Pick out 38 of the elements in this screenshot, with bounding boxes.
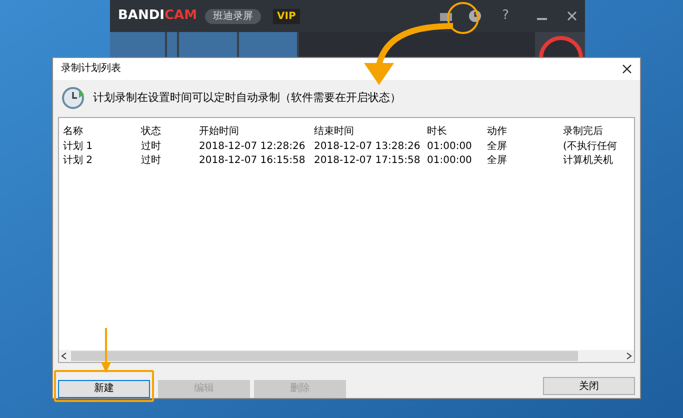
column-header[interactable]: 录制完后	[563, 126, 603, 138]
table-cell: 2018-12-07 13:28:26	[314, 141, 420, 152]
table-cell: 计算机关机	[563, 155, 613, 166]
schedule-row[interactable]: 计划 2 过时 2018-12-07 16:15:58 2018-12-07 17:15:58 01:00:00 全屏 计算机关机	[59, 151, 634, 166]
action-button[interactable]: 新建	[58, 380, 150, 398]
close-button[interactable]: 关闭	[543, 377, 635, 395]
clock-icon	[61, 86, 85, 110]
scroll-right-icon[interactable]	[626, 352, 632, 360]
schedule-row[interactable]: 计划 1 过时 2018-12-07 12:28:26 2018-12-07 13:28:26 01:00:00 全屏 (不执行任何	[59, 137, 634, 152]
column-header[interactable]: 结束时间	[314, 126, 354, 138]
table-cell: 2018-12-07 12:28:26	[199, 141, 306, 152]
table-cell: 全屏	[487, 155, 507, 166]
help-button[interactable]: ?	[502, 6, 509, 26]
table-cell: 计划 1	[63, 141, 93, 152]
column-header[interactable]: 动作	[487, 126, 507, 138]
clock-icon[interactable]	[468, 9, 482, 23]
table-cell: (不执行任何	[563, 141, 617, 152]
app-logo: BANDICAM	[118, 7, 198, 26]
table-cell: 2018-12-07 17:15:58	[314, 155, 420, 166]
scroll-left-icon[interactable]	[61, 352, 67, 360]
table-cell: 全屏	[487, 141, 507, 152]
highlight-ring	[446, 1, 480, 35]
product-name: 班迪录屏	[205, 8, 262, 24]
table-cell: 计划 2	[63, 155, 93, 166]
column-header[interactable]: 状态	[141, 126, 161, 138]
column-header[interactable]: 名称	[63, 126, 83, 138]
table-cell: 过时	[141, 155, 161, 166]
table-cell: 01:00:00	[427, 141, 472, 152]
table-cell: 01:00:00	[427, 155, 472, 166]
close-icon[interactable]	[622, 64, 632, 74]
dialog-title: 录制计划列表	[61, 62, 121, 76]
column-header[interactable]: 时长	[427, 126, 447, 138]
table-cell: 2018-12-07 16:15:58	[199, 155, 306, 166]
column-header[interactable]: 开始时间	[199, 126, 239, 138]
description-text: 计划录制在设置时间可以定时自动录制（软件需要在开启状态）	[93, 90, 401, 106]
scrollbar-thumb[interactable]	[71, 351, 578, 361]
table-cell: 过时	[141, 141, 161, 152]
vip-badge: VIP	[273, 8, 300, 24]
